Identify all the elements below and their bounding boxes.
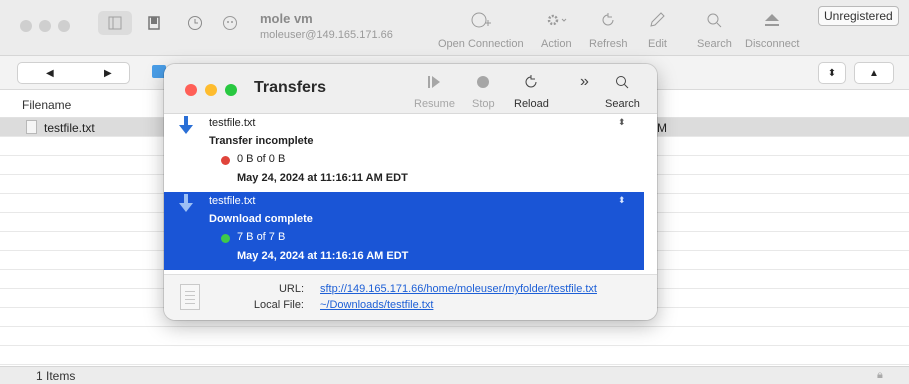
table-row — [0, 327, 909, 346]
lock-icon: 🔒︎ — [877, 369, 883, 381]
window-zoom-button[interactable] — [58, 20, 70, 32]
bookmark-button[interactable] — [144, 12, 164, 34]
window-title-block: mole vm moleuser@149.165.171.66 — [260, 11, 393, 41]
history-button[interactable] — [183, 12, 207, 34]
transfers-minimize-button[interactable] — [205, 84, 217, 96]
transfer-filename: testfile.txt — [209, 117, 256, 129]
transfer-row-selected[interactable]: testfile.txt Download complete 7 B of 7 … — [164, 192, 644, 270]
status-bar: 1 Items 🔒︎ — [0, 366, 909, 384]
transfer-date: May 24, 2024 at 11:16:16 AM EDT — [237, 250, 409, 262]
expand-chevron-icon[interactable]: ⬍ — [618, 117, 626, 128]
reload-button[interactable]: Reload — [514, 72, 549, 110]
action-button[interactable]: Action — [541, 8, 572, 50]
transfers-title: Transfers — [254, 79, 327, 96]
window-title: mole vm — [260, 11, 313, 26]
transfers-window: Transfers Resume Stop Reload » Search te… — [164, 64, 657, 320]
search-icon — [616, 76, 629, 89]
local-file-link[interactable]: ~/Downloads/testfile.txt — [320, 299, 433, 311]
popup-chevron-icon: ⬍ — [827, 67, 837, 79]
forward-arrow-icon[interactable]: ▶ — [104, 68, 112, 79]
transfer-bytes: 0 B of 0 B — [237, 153, 286, 165]
reload-icon — [525, 75, 537, 88]
transfer-status: Download complete — [209, 213, 313, 225]
status-dot-green — [221, 234, 230, 243]
bonjour-button[interactable] — [218, 12, 242, 34]
item-count: 1 Items — [36, 369, 76, 383]
url-label: URL: — [278, 283, 304, 295]
resume-button[interactable]: Resume — [414, 72, 455, 110]
main-toolbar: mole vm moleuser@149.165.171.66 Open Con… — [0, 0, 909, 56]
transfers-list: testfile.txt Transfer incomplete 0 B of … — [164, 114, 657, 320]
grid-icon — [108, 16, 122, 30]
open-connection-icon — [471, 12, 491, 28]
open-connection-button[interactable]: Open Connection — [438, 8, 524, 50]
refresh-label: Refresh — [589, 38, 628, 50]
text-file-icon — [26, 120, 37, 134]
up-arrow-icon: ▲ — [869, 67, 879, 79]
back-arrow-icon[interactable]: ◀ — [46, 68, 54, 79]
local-file-label: Local File: — [253, 299, 304, 311]
disconnect-label: Disconnect — [745, 38, 800, 50]
parent-folder-button[interactable]: ▲ — [854, 62, 894, 84]
file-modified-peek: M — [657, 121, 667, 135]
document-icon — [180, 284, 200, 310]
transfers-search-button[interactable]: Search — [605, 72, 640, 110]
search-icon — [707, 13, 722, 28]
reload-label: Reload — [514, 98, 549, 110]
edit-label: Edit — [648, 38, 667, 50]
stop-button[interactable]: Stop — [472, 72, 495, 110]
transfer-status: Transfer incomplete — [209, 135, 314, 147]
resume-icon — [428, 76, 441, 88]
search-button[interactable]: Search — [697, 8, 732, 50]
transfers-close-button[interactable] — [185, 84, 197, 96]
stop-icon — [477, 76, 490, 88]
window-minimize-button[interactable] — [39, 20, 51, 32]
eject-icon — [765, 14, 780, 26]
gear-icon — [548, 14, 567, 26]
transfers-zoom-button[interactable] — [225, 84, 237, 96]
back-forward-control: ◀ ▶ — [17, 62, 130, 84]
pencil-icon — [650, 12, 666, 27]
refresh-button[interactable]: Refresh — [589, 8, 628, 50]
table-row — [0, 346, 909, 365]
double-chevron-icon: » — [580, 73, 589, 90]
clock-icon — [188, 16, 202, 30]
url-link[interactable]: sftp://149.165.171.66/home/moleuser/myfo… — [320, 283, 597, 295]
download-arrow-icon — [179, 194, 193, 212]
bookmark-icon — [148, 16, 160, 30]
open-connection-label: Open Connection — [438, 38, 524, 50]
window-subtitle: moleuser@149.165.171.66 — [260, 29, 393, 41]
refresh-icon — [602, 13, 614, 26]
transfer-row[interactable]: testfile.txt Transfer incomplete 0 B of … — [164, 114, 644, 192]
transfer-filename: testfile.txt — [209, 195, 256, 207]
resume-label: Resume — [414, 98, 455, 110]
filename-column-header[interactable]: Filename — [22, 98, 71, 112]
more-toolbar-items-button[interactable]: » — [580, 72, 589, 92]
download-arrow-icon — [179, 116, 193, 134]
path-popup-button[interactable]: ⬍ — [818, 62, 846, 84]
edit-button[interactable]: Edit — [648, 8, 667, 50]
transfers-toolbar: Transfers Resume Stop Reload » Search — [164, 64, 657, 114]
window-close-button[interactable] — [20, 20, 32, 32]
stop-label: Stop — [472, 98, 495, 110]
unregistered-badge[interactable]: Unregistered — [818, 6, 899, 26]
transfer-bytes: 7 B of 7 B — [237, 231, 286, 243]
transfer-details: URL: sftp://149.165.171.66/home/moleuser… — [164, 274, 657, 320]
search-label: Search — [697, 38, 732, 50]
status-dot-red — [221, 156, 230, 165]
file-name: testfile.txt — [44, 121, 95, 135]
disconnect-button[interactable]: Disconnect — [745, 8, 799, 50]
bookmarks-toggle-button[interactable] — [98, 11, 132, 35]
action-label: Action — [541, 38, 572, 50]
expand-chevron-icon[interactable]: ⬍ — [618, 195, 626, 206]
bonjour-icon — [223, 16, 237, 30]
transfer-date: May 24, 2024 at 11:16:11 AM EDT — [237, 172, 408, 184]
transfers-search-label: Search — [605, 98, 640, 110]
